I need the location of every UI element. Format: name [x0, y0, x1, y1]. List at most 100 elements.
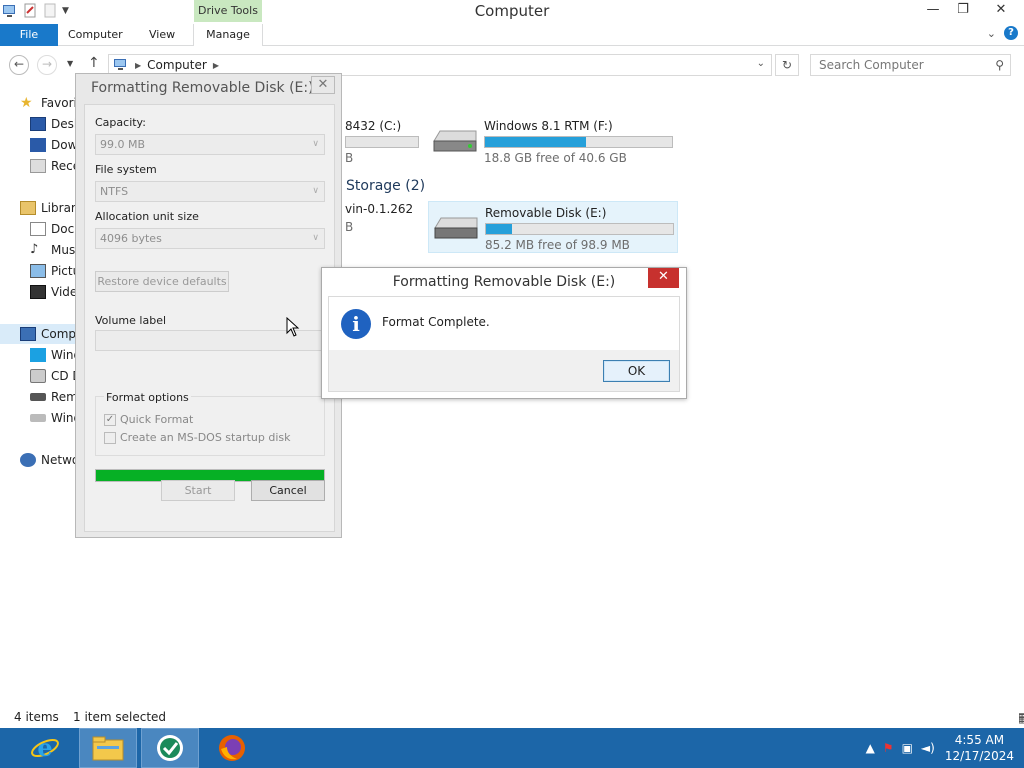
- new-folder-icon[interactable]: [42, 3, 58, 19]
- quick-access-toolbar: ▼: [2, 3, 69, 19]
- clock-time: 4:55 AM: [954, 733, 1005, 747]
- nav-windows-rtm-drive[interactable]: Wind: [30, 408, 81, 428]
- checkmark-icon: ✓: [104, 413, 116, 426]
- quick-format-checkbox[interactable]: ✓ Quick Format: [104, 413, 193, 426]
- format-dialog-close-button[interactable]: ✕: [311, 76, 335, 94]
- forward-arrow-icon: →: [41, 57, 53, 71]
- drive-f[interactable]: Windows 8.1 RTM (F:) 18.8 GB free of 40.…: [428, 115, 683, 165]
- drive-vin[interactable]: vin-0.1.262 B: [345, 198, 425, 248]
- message-box-body: i Format Complete. OK: [328, 296, 680, 392]
- nav-label: Comp: [41, 327, 77, 341]
- downloads-icon: [30, 138, 46, 152]
- nav-label: Dow: [51, 138, 78, 152]
- search-icon[interactable]: ⚲: [995, 58, 1004, 72]
- message-box-close-button[interactable]: ✕: [648, 268, 679, 288]
- tab-computer[interactable]: Computer: [58, 24, 133, 46]
- message-content-area: i Format Complete.: [329, 297, 679, 350]
- chevron-down-icon: ∨: [312, 139, 319, 149]
- address-dropdown-icon[interactable]: ⌄: [757, 58, 765, 69]
- network-status-icon[interactable]: ▣: [902, 741, 913, 755]
- nav-videos[interactable]: Vide: [30, 282, 77, 302]
- taskbar-file-explorer[interactable]: [79, 728, 137, 768]
- nav-label: Rem: [51, 390, 78, 404]
- ok-button[interactable]: OK: [603, 360, 670, 382]
- cancel-button[interactable]: Cancel: [251, 480, 325, 501]
- refresh-button[interactable]: ↻: [775, 54, 799, 76]
- clock[interactable]: 4:55 AM 12/17/2024: [945, 732, 1014, 764]
- nav-computer[interactable]: Comp: [0, 324, 80, 344]
- customize-qat-icon[interactable]: ▼: [62, 6, 69, 16]
- nav-desktop[interactable]: Desk: [30, 114, 81, 134]
- drive-free-space: 85.2 MB free of 98.9 MB: [485, 238, 630, 252]
- breadcrumb-computer[interactable]: Computer: [147, 58, 207, 72]
- cd-drive-icon: [30, 369, 46, 383]
- drive-icon: [30, 414, 46, 422]
- format-dialog-title: Formatting Removable Disk (E:): [91, 80, 314, 96]
- nav-recent[interactable]: Rece: [30, 156, 80, 176]
- drive-usage-fill: [485, 137, 586, 147]
- taskbar-internet-explorer[interactable]: e: [16, 728, 74, 768]
- navigation-pane: ★ Favori Desk Dow Rece Librari Docu ♪ Mus …: [0, 86, 82, 706]
- nav-label: Mus: [51, 243, 76, 257]
- tab-view[interactable]: View: [139, 24, 185, 46]
- star-icon: ★: [20, 95, 33, 111]
- properties-icon[interactable]: [22, 3, 38, 19]
- close-icon: ✕: [658, 269, 669, 284]
- breadcrumb-separator-icon[interactable]: ▶: [213, 61, 219, 70]
- capacity-value: 99.0 MB: [100, 138, 146, 151]
- drive-usage-bar: [485, 223, 674, 235]
- back-button[interactable]: ←: [9, 55, 29, 75]
- up-arrow-icon[interactable]: ↑: [88, 55, 100, 71]
- network-icon: [20, 453, 36, 467]
- close-button[interactable]: ✕: [978, 0, 1024, 22]
- nav-favorites[interactable]: ★ Favori: [20, 93, 77, 113]
- drive-free-space: B: [345, 220, 354, 234]
- mouse-cursor-icon: [286, 317, 300, 337]
- tiles-view-icon[interactable]: ▦: [1018, 711, 1024, 725]
- allocation-select[interactable]: 4096 bytes ∨: [95, 228, 325, 249]
- action-center-icon[interactable]: ⚑: [883, 741, 894, 755]
- file-system-label: File system: [95, 163, 157, 176]
- msdos-startup-checkbox[interactable]: Create an MS-DOS startup disk: [104, 431, 291, 444]
- nav-music[interactable]: ♪ Mus: [30, 240, 75, 260]
- removable-section-header[interactable]: Storage (2): [346, 178, 425, 194]
- tab-file[interactable]: File: [0, 24, 58, 46]
- search-input[interactable]: Search Computer ⚲: [810, 54, 1011, 76]
- nav-windows-drive[interactable]: Wind: [30, 345, 81, 365]
- expand-ribbon-icon[interactable]: ⌄: [987, 27, 996, 40]
- drive-usage-fill: [486, 224, 513, 234]
- start-button[interactable]: Start: [161, 480, 235, 501]
- nav-pictures[interactable]: Pictu: [30, 261, 80, 281]
- chevron-down-icon: ∨: [312, 186, 319, 196]
- drive-e[interactable]: Removable Disk (E:) 85.2 MB free of 98.9…: [428, 201, 678, 253]
- capacity-select[interactable]: 99.0 MB ∨: [95, 134, 325, 155]
- checkbox-icon: [104, 431, 116, 444]
- restore-defaults-button[interactable]: Restore device defaults: [95, 271, 229, 292]
- minimize-button[interactable]: —: [918, 0, 948, 22]
- chevron-down-icon: ∨: [312, 233, 319, 243]
- desktop-icon: [30, 117, 46, 131]
- computer-icon[interactable]: [2, 3, 18, 19]
- format-options-group: Format options ✓ Quick Format Create an M…: [95, 391, 325, 456]
- breadcrumb-separator-icon[interactable]: ▶: [135, 61, 141, 70]
- recent-locations-icon[interactable]: ▼: [67, 59, 73, 68]
- nav-cd-drive[interactable]: CD D: [30, 366, 82, 386]
- tab-manage[interactable]: Manage: [193, 24, 263, 46]
- computer-icon: [114, 59, 126, 70]
- help-icon[interactable]: ?: [1004, 26, 1018, 40]
- taskbar-app[interactable]: [141, 728, 199, 768]
- message-box-title: Formatting Removable Disk (E:): [392, 274, 616, 290]
- file-system-select[interactable]: NTFS ∨: [95, 181, 325, 202]
- nav-network[interactable]: Netwo: [20, 450, 79, 470]
- drive-name: vin-0.1.262: [345, 202, 414, 216]
- volume-icon[interactable]: ◄): [921, 741, 935, 755]
- hard-drive-icon: [433, 130, 477, 152]
- nav-downloads[interactable]: Dow: [30, 135, 77, 155]
- forward-button[interactable]: →: [37, 55, 57, 75]
- taskbar-firefox[interactable]: [203, 728, 261, 768]
- nav-removable-drive[interactable]: Rem: [30, 387, 78, 407]
- svg-text:e: e: [37, 733, 52, 762]
- nav-libraries[interactable]: Librari: [20, 198, 79, 218]
- restore-button[interactable]: ❐: [948, 0, 978, 22]
- show-hidden-icons-icon[interactable]: ▲: [866, 741, 875, 755]
